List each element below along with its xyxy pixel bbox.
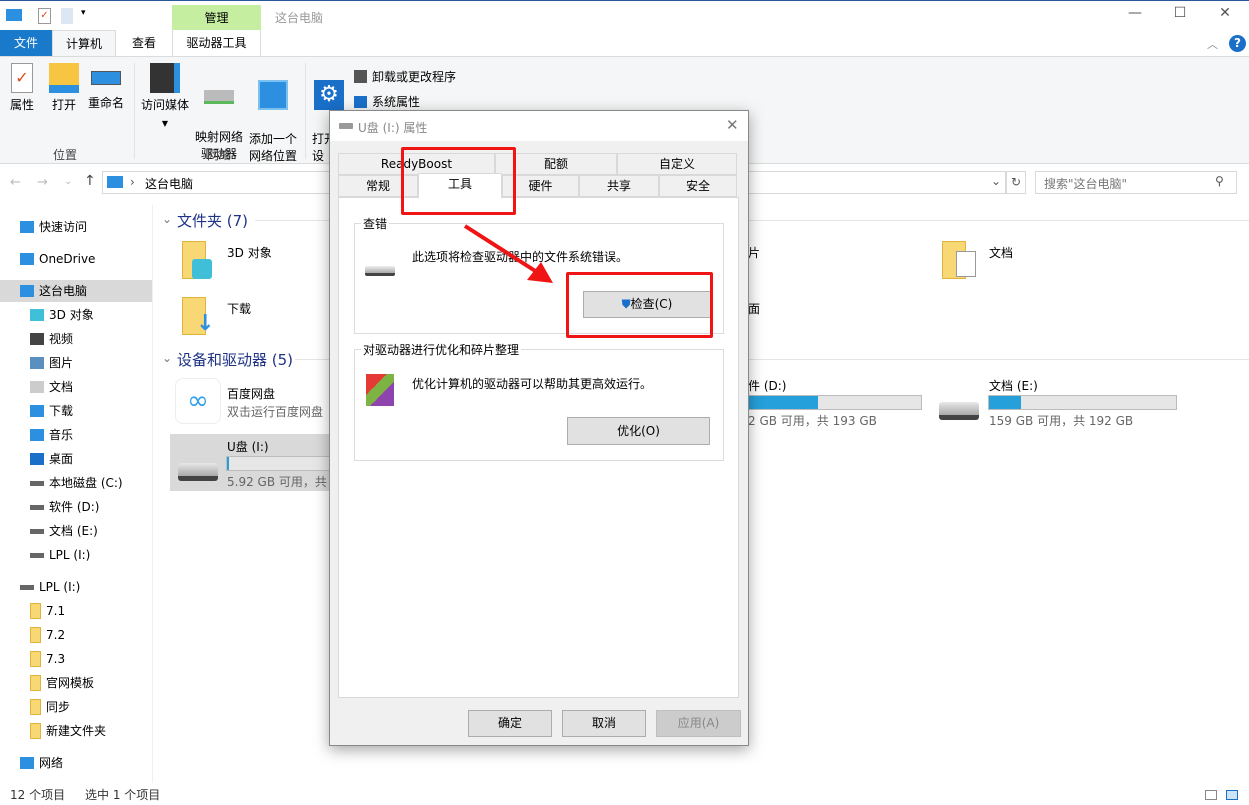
- arrow-head: [527, 262, 553, 283]
- tab-tools[interactable]: 工具: [418, 173, 502, 198]
- arrow-shaft: [463, 224, 542, 276]
- annotation-arrow: [463, 224, 553, 283]
